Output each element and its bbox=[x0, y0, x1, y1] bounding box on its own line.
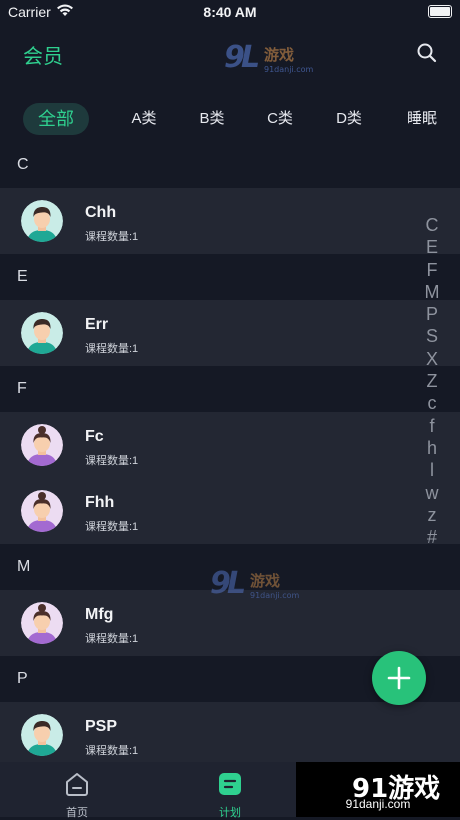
female-avatar bbox=[21, 602, 63, 644]
category-tabs: 全部 A类 B类 C类 D类 睡眠 bbox=[0, 98, 460, 142]
svg-text:91danji.com: 91danji.com bbox=[264, 65, 314, 74]
watermark-site: 91danji.com bbox=[345, 797, 411, 811]
list-item[interactable]: PSP 课程数量:1 bbox=[0, 702, 460, 768]
list-item[interactable]: Chh 课程数量:1 bbox=[0, 188, 460, 254]
male-avatar bbox=[21, 200, 63, 242]
course-count: 课程数量:1 bbox=[85, 521, 139, 533]
watermark-corner: 91游戏 91danji.com bbox=[296, 762, 460, 817]
svg-text:游戏: 游戏 bbox=[264, 46, 294, 64]
member-name: Fc bbox=[85, 428, 104, 445]
index-letter[interactable]: F bbox=[420, 259, 444, 281]
section-letter: C bbox=[17, 156, 29, 173]
index-letter[interactable]: # bbox=[420, 526, 444, 548]
list-item[interactable]: Fc 课程数量:1 bbox=[0, 412, 460, 478]
index-letter[interactable]: P bbox=[420, 303, 444, 325]
battery-icon bbox=[428, 5, 452, 18]
tab-b[interactable]: B类 bbox=[192, 103, 232, 135]
nav-bar: 会员 9 L 游戏 91danji.com bbox=[0, 24, 460, 84]
plus-icon bbox=[387, 666, 411, 690]
index-letter[interactable]: z bbox=[420, 504, 444, 526]
list-item[interactable]: Err 课程数量:1 bbox=[0, 300, 460, 366]
tab-c[interactable]: C类 bbox=[260, 103, 300, 135]
member-name: Mfg bbox=[85, 606, 114, 623]
tab-all[interactable]: 全部 bbox=[23, 103, 89, 135]
male-avatar bbox=[21, 312, 63, 354]
female-avatar bbox=[21, 424, 63, 466]
course-count: 课程数量:1 bbox=[85, 231, 139, 243]
course-count: 课程数量:1 bbox=[85, 633, 139, 645]
tab-a[interactable]: A类 bbox=[124, 103, 164, 135]
status-time: 8:40 AM bbox=[203, 4, 257, 20]
index-letter[interactable]: f bbox=[420, 415, 444, 437]
list-item[interactable]: Fhh 课程数量:1 bbox=[0, 478, 460, 544]
tab-sleep[interactable]: 睡眠 bbox=[402, 103, 442, 135]
search-icon[interactable] bbox=[415, 41, 439, 65]
member-name: Chh bbox=[85, 204, 117, 221]
page-title: 会员 bbox=[23, 46, 63, 68]
index-letter[interactable]: l bbox=[420, 459, 444, 481]
alphabet-index[interactable]: C E F M P S X Z c f h l w z # bbox=[420, 214, 444, 548]
index-letter[interactable]: w bbox=[420, 482, 444, 504]
svg-text:L: L bbox=[241, 40, 260, 75]
index-letter[interactable]: X bbox=[420, 348, 444, 370]
member-name: Err bbox=[85, 316, 109, 333]
home-icon bbox=[64, 771, 90, 797]
index-letter[interactable]: c bbox=[420, 392, 444, 414]
index-letter[interactable]: C bbox=[420, 214, 444, 236]
member-name: PSP bbox=[85, 718, 118, 735]
section-header: F bbox=[0, 366, 460, 412]
add-member-button[interactable] bbox=[372, 651, 426, 705]
member-name: Fhh bbox=[85, 494, 115, 511]
watermark-logo: 9 L 游戏 91danji.com bbox=[210, 566, 306, 607]
tab-d[interactable]: D类 bbox=[329, 103, 369, 135]
male-avatar bbox=[21, 714, 63, 756]
svg-text:91danji.com: 91danji.com bbox=[250, 591, 300, 600]
female-avatar bbox=[21, 490, 63, 532]
status-bar: Carrier 8:40 AM bbox=[0, 0, 460, 24]
index-letter[interactable]: h bbox=[420, 437, 444, 459]
svg-text:游戏: 游戏 bbox=[250, 572, 280, 590]
index-letter[interactable]: S bbox=[420, 325, 444, 347]
watermark-logo: 9 L 游戏 91danji.com bbox=[224, 40, 320, 81]
index-letter[interactable]: M bbox=[420, 281, 444, 303]
index-letter[interactable]: E bbox=[420, 236, 444, 258]
section-letter: P bbox=[17, 670, 28, 687]
course-count: 课程数量:1 bbox=[85, 455, 139, 467]
index-letter[interactable]: Z bbox=[420, 370, 444, 392]
svg-text:L: L bbox=[227, 566, 246, 601]
section-header: E bbox=[0, 254, 460, 300]
section-header: C bbox=[0, 142, 460, 188]
course-count: 课程数量:1 bbox=[85, 343, 139, 355]
plan-icon bbox=[217, 771, 243, 797]
section-letter: E bbox=[17, 268, 28, 285]
section-letter: F bbox=[17, 380, 27, 397]
course-count: 课程数量:1 bbox=[85, 745, 139, 757]
section-letter: M bbox=[17, 558, 31, 575]
